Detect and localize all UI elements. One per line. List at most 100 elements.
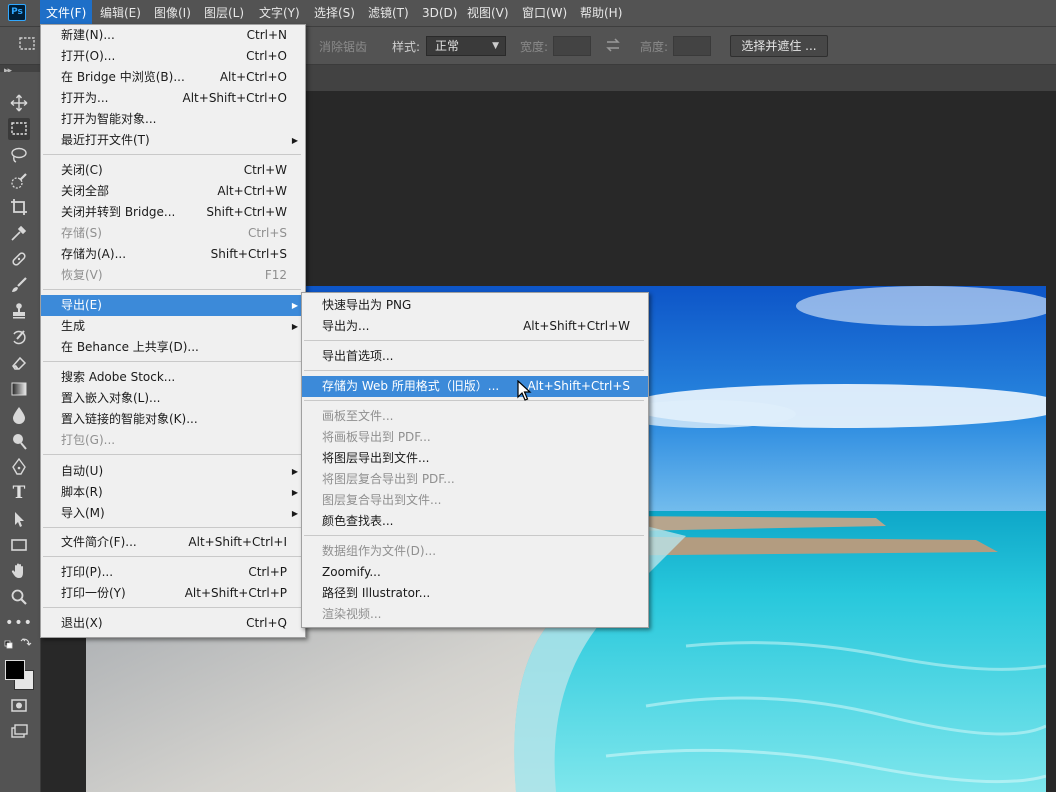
width-input[interactable] (553, 36, 591, 56)
menu-item-share-behance[interactable]: 在 Behance 上共享(D)... (41, 337, 305, 358)
menu-item-artboards-to-files[interactable]: 画板至文件... (302, 406, 648, 427)
antialias-checkbox-label[interactable]: 消除锯齿 (319, 38, 367, 55)
pen-tool-icon[interactable] (8, 456, 30, 478)
menu-item-layer-comps-to-files[interactable]: 图层复合导出到文件... (302, 490, 648, 511)
menu-item-open-smart-object[interactable]: 打开为智能对象... (41, 109, 305, 130)
menu-image[interactable]: 图像(I) (148, 0, 197, 26)
menu-help[interactable]: 帮助(H) (574, 0, 628, 26)
menu-separator (304, 400, 644, 401)
menu-item-print-one-copy[interactable]: 打印一份(Y) Alt+Shift+Ctrl+P (41, 583, 305, 604)
menu-item-export-as[interactable]: 导出为... Alt+Shift+Ctrl+W (302, 316, 648, 337)
menu-item-export[interactable]: 导出(E) ▶ (41, 295, 305, 316)
dodge-tool-icon[interactable] (8, 430, 30, 452)
menu-item-automate[interactable]: 自动(U) ▶ (41, 461, 305, 482)
more-tools-icon[interactable]: ••• (5, 612, 32, 634)
height-input[interactable] (673, 36, 711, 56)
menu-separator (43, 454, 301, 455)
menu-item-print[interactable]: 打印(P)... Ctrl+P (41, 562, 305, 583)
menu-item-place-linked[interactable]: 置入链接的智能对象(K)... (41, 409, 305, 430)
menu-item-recent-files[interactable]: 最近打开文件(T) ▶ (41, 130, 305, 151)
file-menu-dropdown: 新建(N)... Ctrl+N 打开(O)... Ctrl+O 在 Bridge 中… (40, 24, 306, 638)
menu-item-layer-comps-to-pdf[interactable]: 将图层复合导出到 PDF... (302, 469, 648, 490)
marquee-tool-icon[interactable] (8, 118, 30, 140)
menu-item-import[interactable]: 导入(M) ▶ (41, 503, 305, 524)
clone-stamp-tool-icon[interactable] (8, 300, 30, 322)
menu-item-render-video[interactable]: 渲染视频... (302, 604, 648, 625)
submenu-arrow-icon: ▶ (291, 136, 298, 145)
menu-item-zoomify[interactable]: Zoomify... (302, 562, 648, 583)
menu-item-scripts[interactable]: 脚本(R) ▶ (41, 482, 305, 503)
menu-item-place-embedded[interactable]: 置入嵌入对象(L)... (41, 388, 305, 409)
marquee-preset-icon[interactable] (18, 36, 38, 52)
style-label: 样式: (392, 40, 421, 54)
menu-separator (304, 340, 644, 341)
path-selection-tool-icon[interactable] (8, 508, 30, 530)
menu-item-new[interactable]: 新建(N)... Ctrl+N (41, 25, 305, 46)
menu-separator (43, 556, 301, 557)
screen-mode-icon[interactable] (8, 720, 30, 742)
menu-item-close-go-bridge[interactable]: 关闭并转到 Bridge... Shift+Ctrl+W (41, 202, 305, 223)
mouse-cursor-icon (517, 380, 532, 401)
style-select-value: 正常 (435, 39, 460, 53)
menu-item-search-adobe-stock[interactable]: 搜索 Adobe Stock... (41, 367, 305, 388)
rectangle-tool-icon[interactable] (8, 534, 30, 556)
hand-tool-icon[interactable] (8, 560, 30, 582)
menu-item-revert[interactable]: 恢复(V) F12 (41, 265, 305, 286)
zoom-tool-icon[interactable] (8, 586, 30, 608)
menu-item-save-as[interactable]: 存储为(A)... Shift+Ctrl+S (41, 244, 305, 265)
menu-filter[interactable]: 滤镜(T) (362, 0, 415, 26)
menu-layer[interactable]: 图层(L) (198, 0, 250, 26)
foreground-color-swatch[interactable] (5, 660, 25, 680)
width-label: 宽度: (520, 40, 549, 54)
tools-panel: T ••• (0, 72, 41, 792)
chevron-down-icon: ▼ (492, 41, 499, 51)
menu-item-file-info[interactable]: 文件简介(F)... Alt+Shift+Ctrl+I (41, 532, 305, 553)
eraser-tool-icon[interactable] (8, 352, 30, 374)
menu-item-package[interactable]: 打包(G)... (41, 430, 305, 451)
menu-bar: Ps 文件(F) 编辑(E) 图像(I) 图层(L) 文字(Y) 选择(S) 滤… (0, 0, 1056, 27)
menu-file[interactable]: 文件(F) (40, 0, 93, 26)
menu-item-export-preferences[interactable]: 导出首选项... (302, 346, 648, 367)
menu-item-close-all[interactable]: 关闭全部 Alt+Ctrl+W (41, 181, 305, 202)
eyedropper-tool-icon[interactable] (8, 222, 30, 244)
menu-item-open[interactable]: 打开(O)... Ctrl+O (41, 46, 305, 67)
menu-item-quick-export-png[interactable]: 快速导出为 PNG (302, 295, 648, 316)
quick-mask-icon[interactable] (8, 694, 30, 716)
menu-item-save-for-web[interactable]: 存储为 Web 所用格式（旧版）... Alt+Shift+Ctrl+S (302, 376, 648, 397)
move-tool-icon[interactable] (8, 92, 30, 114)
default-colors-icon[interactable] (4, 636, 34, 650)
menu-edit[interactable]: 编辑(E) (94, 0, 147, 26)
crop-tool-icon[interactable] (8, 196, 30, 218)
style-select[interactable]: 正常 ▼ (426, 36, 506, 56)
swap-dimensions-icon[interactable] (604, 38, 622, 52)
menu-item-data-sets-as-files[interactable]: 数据组作为文件(D)... (302, 541, 648, 562)
brush-tool-icon[interactable] (8, 274, 30, 296)
menu-item-color-lookup-tables[interactable]: 颜色查找表... (302, 511, 648, 532)
menu-window[interactable]: 窗口(W) (516, 0, 573, 26)
menu-separator (43, 289, 301, 290)
healing-brush-tool-icon[interactable] (8, 248, 30, 270)
menu-item-close[interactable]: 关闭(C) Ctrl+W (41, 160, 305, 181)
blur-tool-icon[interactable] (8, 404, 30, 426)
menu-item-generate[interactable]: 生成 ▶ (41, 316, 305, 337)
menu-item-exit[interactable]: 退出(X) Ctrl+Q (41, 613, 305, 634)
type-tool-icon[interactable]: T (8, 482, 30, 504)
menu-type[interactable]: 文字(Y) (253, 0, 306, 26)
menu-item-save[interactable]: 存储(S) Ctrl+S (41, 223, 305, 244)
submenu-arrow-icon: ▶ (291, 509, 298, 518)
menu-item-paths-to-illustrator[interactable]: 路径到 Illustrator... (302, 583, 648, 604)
history-brush-tool-icon[interactable] (8, 326, 30, 348)
photoshop-logo-icon: Ps (8, 4, 26, 21)
menu-item-artboards-to-pdf[interactable]: 将画板导出到 PDF... (302, 427, 648, 448)
menu-item-open-as[interactable]: 打开为... Alt+Shift+Ctrl+O (41, 88, 305, 109)
submenu-arrow-icon: ▶ (291, 322, 298, 331)
menu-view[interactable]: 视图(V) (461, 0, 515, 26)
gradient-tool-icon[interactable] (8, 378, 30, 400)
menu-item-browse-bridge[interactable]: 在 Bridge 中浏览(B)... Alt+Ctrl+O (41, 67, 305, 88)
quick-selection-tool-icon[interactable] (8, 170, 30, 192)
select-and-mask-button[interactable]: 选择并遮住 ... (730, 35, 828, 57)
menu-select[interactable]: 选择(S) (308, 0, 361, 26)
menu-item-layers-to-files[interactable]: 将图层导出到文件... (302, 448, 648, 469)
lasso-tool-icon[interactable] (8, 144, 30, 166)
menu-3d[interactable]: 3D(D) (416, 0, 463, 26)
